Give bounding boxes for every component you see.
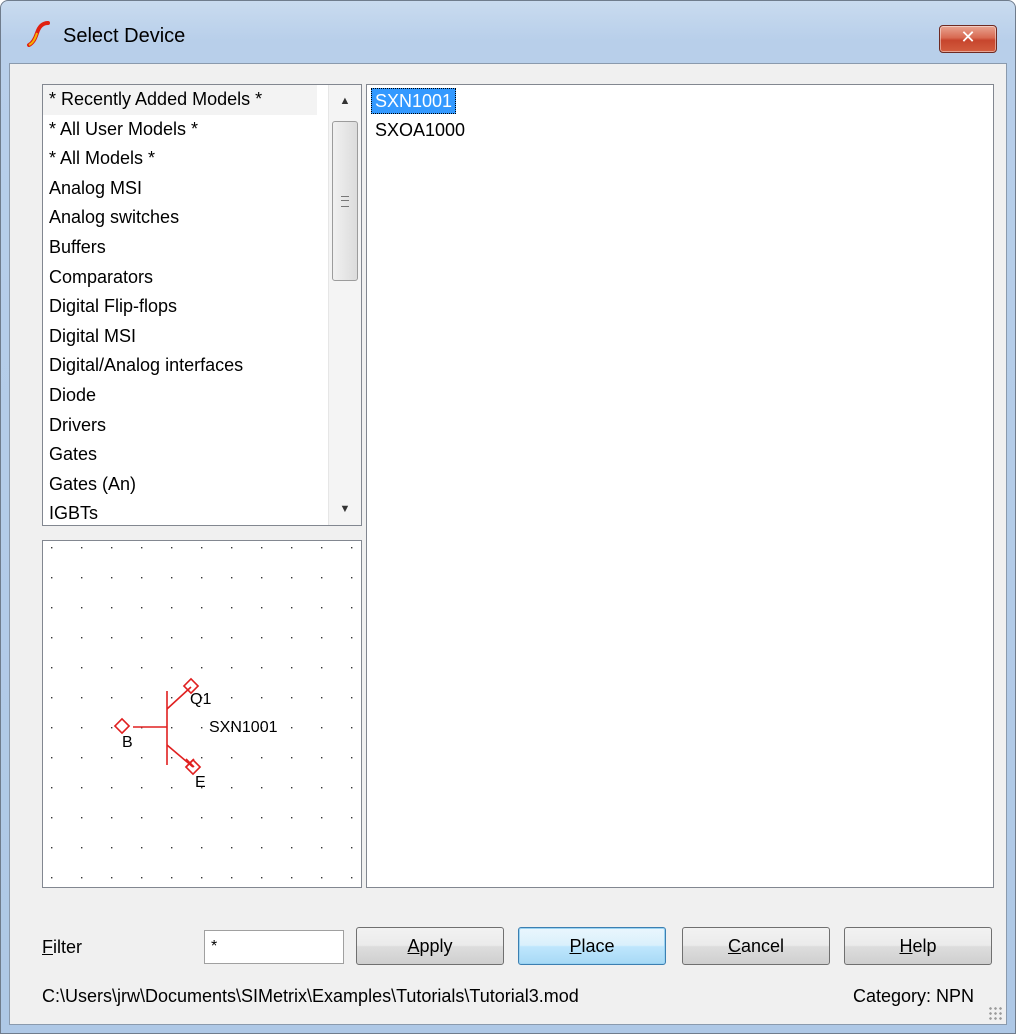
cancel-button-label: Cancel <box>727 936 785 956</box>
apply-button[interactable]: Apply <box>356 927 504 965</box>
pin-e-label: E <box>195 774 206 791</box>
model-name-label: SXN1001 <box>209 719 278 736</box>
model-list[interactable]: SXN1001 SXOA1000 <box>366 84 994 888</box>
place-button[interactable]: Place <box>518 927 666 965</box>
close-button[interactable]: ✕ <box>939 25 997 53</box>
preview-canvas: Q1 SXN1001 B E <box>51 547 353 879</box>
category-item[interactable]: Drivers <box>43 411 317 441</box>
category-item[interactable]: * All Models * <box>43 144 317 174</box>
category-item[interactable]: Comparators <box>43 263 317 293</box>
category-item[interactable]: Diode <box>43 381 317 411</box>
npn-transistor-symbol <box>113 677 202 776</box>
category-item[interactable]: Analog MSI <box>43 174 317 204</box>
category-item[interactable]: Gates (An) <box>43 470 317 500</box>
category-status: Category: NPN <box>852 986 974 1006</box>
category-item[interactable]: * All User Models * <box>43 115 317 145</box>
category-item[interactable]: Buffers <box>43 233 317 263</box>
grid-dots <box>51 547 353 879</box>
category-item[interactable]: Analog switches <box>43 203 317 233</box>
category-item[interactable]: IGBTs <box>43 499 317 525</box>
scroll-thumb[interactable] <box>332 121 358 281</box>
category-item[interactable]: Digital MSI <box>43 322 317 352</box>
model-item-sxn1001[interactable]: SXN1001 <box>371 88 457 114</box>
symbol-preview: Q1 SXN1001 B E <box>42 540 362 888</box>
filter-label: Filter <box>42 937 83 957</box>
help-button[interactable]: Help <box>844 927 992 965</box>
category-list[interactable]: * Recently Added Models * * All User Mode… <box>42 84 362 526</box>
category-item[interactable]: * Recently Added Models * <box>43 85 317 115</box>
filter-input[interactable] <box>204 930 344 964</box>
resize-grip-icon[interactable] <box>988 1006 1002 1020</box>
apply-button-label: Apply <box>407 936 453 956</box>
model-file-path: C:\Users\jrw\Documents\SIMetrix\Examples… <box>42 986 579 1006</box>
scroll-grip-icon <box>341 196 349 207</box>
scroll-down-arrow-icon[interactable]: ▼ <box>329 493 361 525</box>
model-item-sxoa1000[interactable]: SXOA1000 <box>371 117 469 143</box>
help-button-label: Help <box>899 936 937 956</box>
select-device-window: Select Device ✕ * Recently Added Models … <box>0 0 1016 1034</box>
category-scrollbar[interactable]: ▲ ▼ <box>328 85 361 525</box>
category-item[interactable]: Digital/Analog interfaces <box>43 351 317 381</box>
category-item[interactable]: Gates <box>43 440 317 470</box>
category-items: * Recently Added Models * * All User Mode… <box>43 85 317 525</box>
simetrix-logo-icon <box>27 21 50 47</box>
scroll-up-arrow-icon[interactable]: ▲ <box>329 85 361 117</box>
place-button-label: Place <box>569 936 615 956</box>
category-item[interactable]: Digital Flip-flops <box>43 292 317 322</box>
title-bar[interactable]: Select Device ✕ <box>1 1 1015 63</box>
close-icon: ✕ <box>960 27 976 48</box>
dialog-body: * Recently Added Models * * All User Mode… <box>9 63 1007 1025</box>
window-title: Select Device <box>63 25 186 47</box>
pin-b-label: B <box>122 734 133 751</box>
ref-designator-label: Q1 <box>190 691 211 708</box>
cancel-button[interactable]: Cancel <box>682 927 830 965</box>
